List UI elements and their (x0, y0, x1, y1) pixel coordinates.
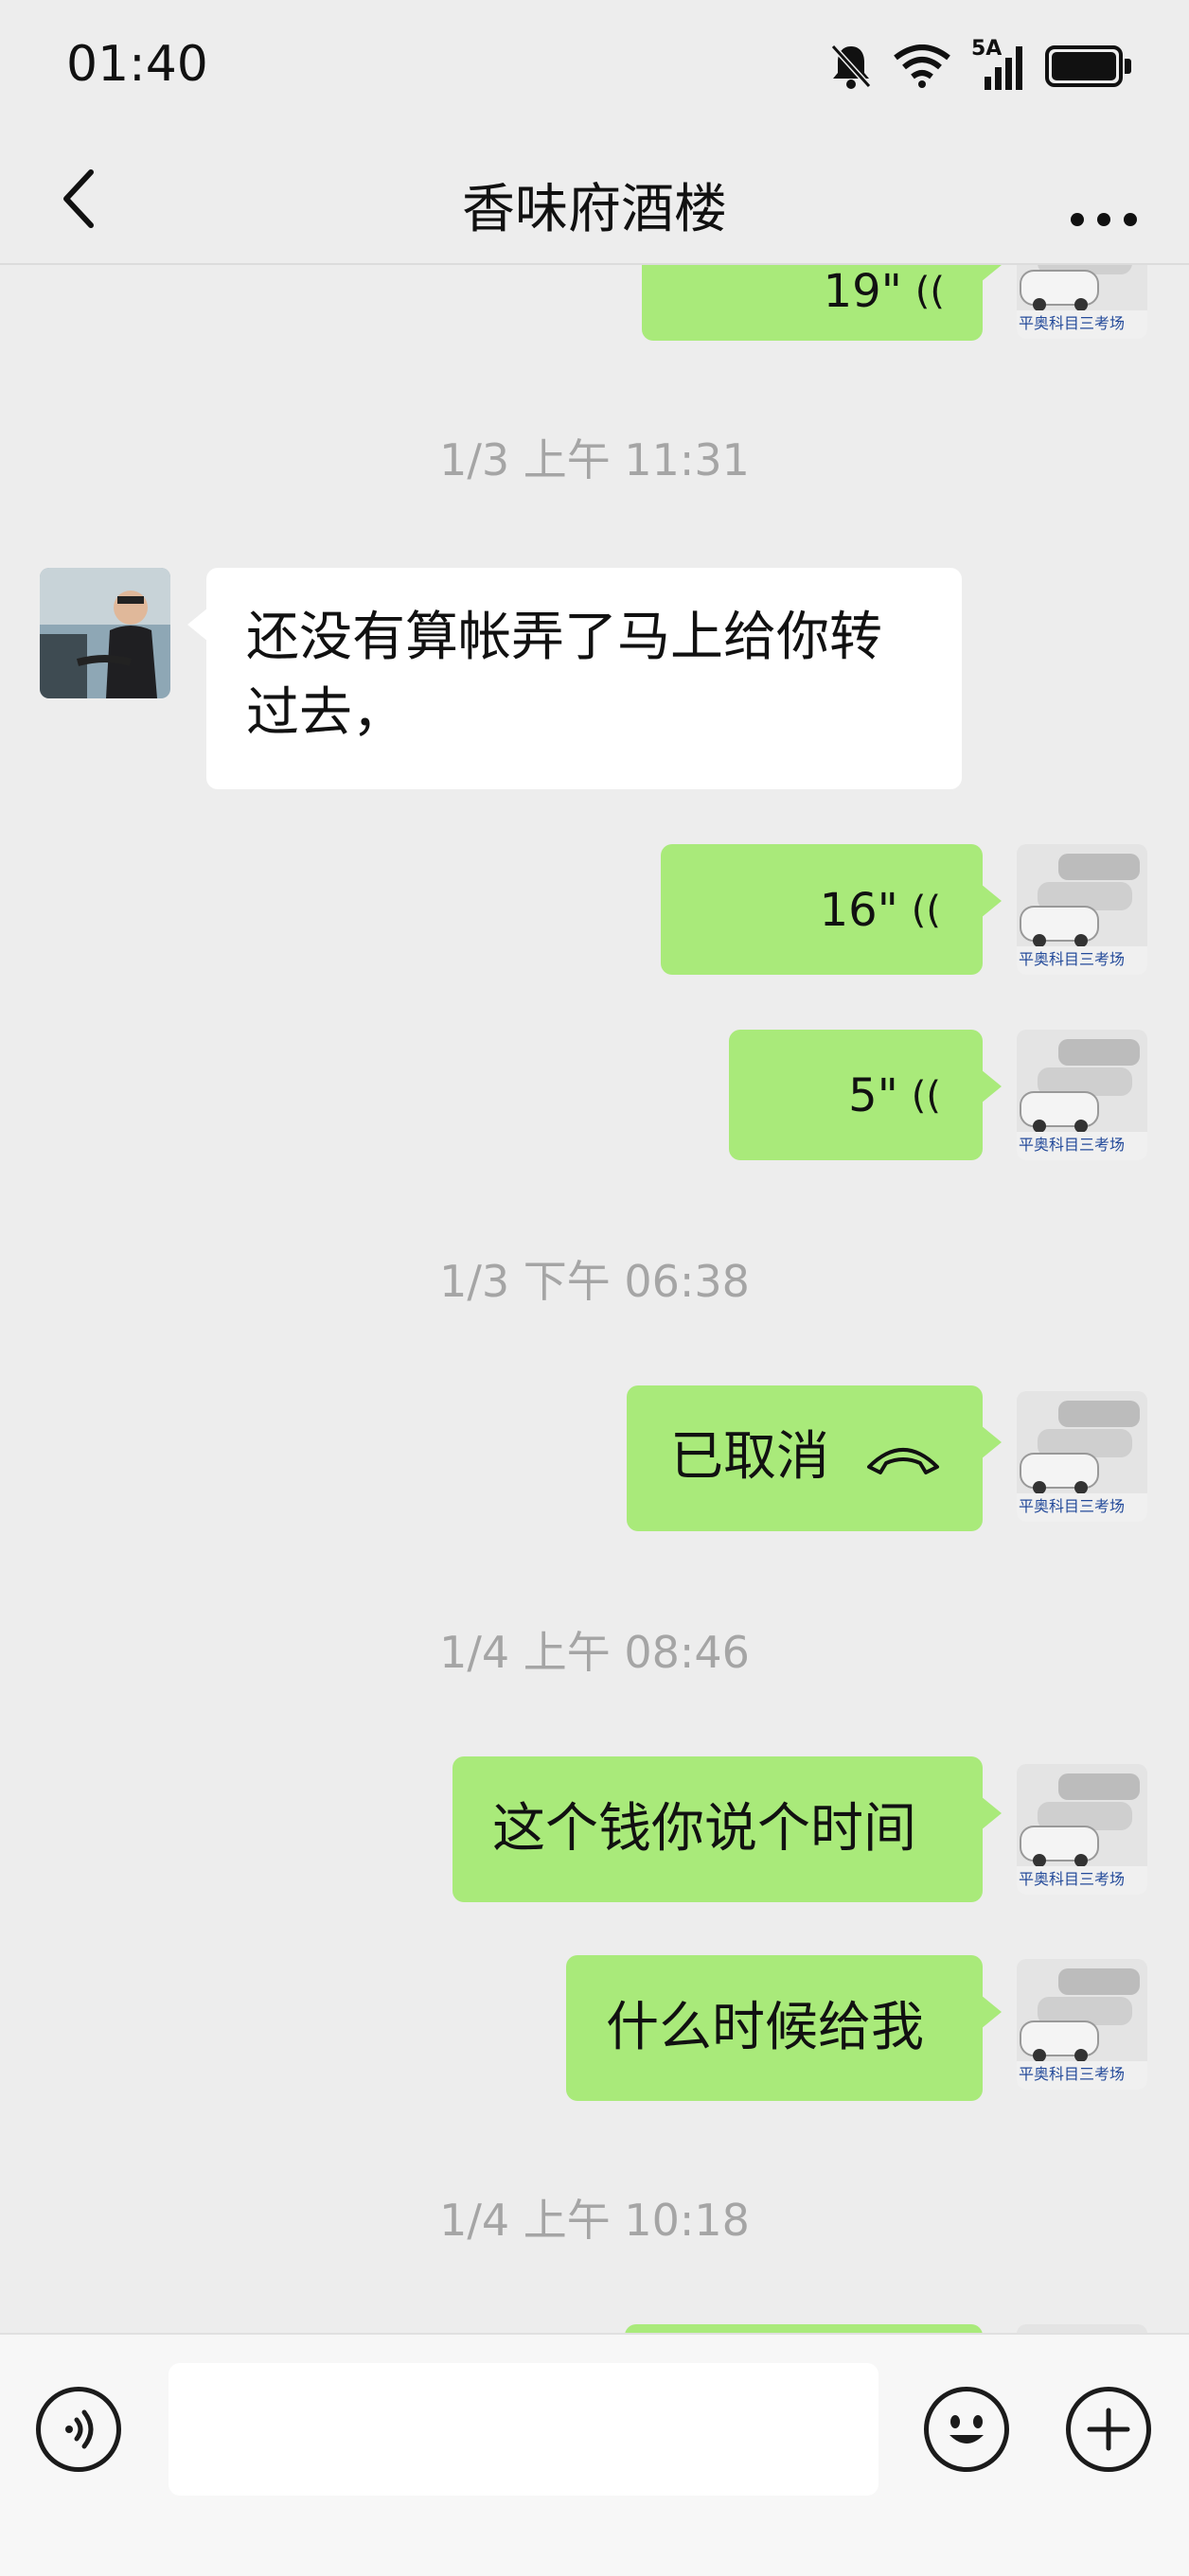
sent-message-bubble[interactable] (625, 2324, 983, 2333)
chat-title: 香味府酒楼 (462, 179, 727, 240)
emoji-button[interactable] (924, 2387, 1009, 2472)
emoji-icon (949, 2415, 984, 2444)
wifi-icon (894, 44, 950, 88)
plus-icon (1087, 2408, 1130, 2451)
battery-icon (1045, 45, 1132, 87)
voice-wave-icon: (( (911, 889, 941, 932)
my-avatar[interactable]: 平奥科目三考场 (1017, 1391, 1147, 1522)
timestamp: 1/4 上午 08:46 (439, 1627, 750, 1678)
message-text: 什么时候给我 (606, 1997, 924, 2058)
my-avatar[interactable]: 平奥科目三考场 (1017, 844, 1147, 975)
message-text: 这个钱你说个时间 (492, 1798, 916, 1860)
chat-area[interactable]: 19" (( 平奥科目三考场 1/3 上午 11:31 还没有算帐弄了马上给你转… (0, 265, 1189, 2333)
voice-input-icon (65, 2409, 94, 2449)
call-cancelled-bubble[interactable]: 已取消 (627, 1385, 1002, 1531)
status-bar: 01:40 5A (0, 0, 1189, 132)
contact-avatar[interactable] (40, 568, 170, 698)
phone-hangup-icon (867, 1448, 939, 1474)
my-avatar[interactable]: 平奥科目三考场 (1017, 1764, 1147, 1895)
avatar-watermark: 平奥科目三考场 (1019, 950, 1126, 968)
avatar-watermark: 平奥科目三考场 (1019, 2065, 1126, 2083)
nav-bar: 香味府酒楼 (0, 132, 1189, 265)
message-input[interactable] (169, 2363, 878, 2496)
voice-duration: 5" (848, 1069, 898, 1122)
more-button[interactable] (1056, 161, 1151, 237)
status-icons: 5A (829, 37, 1132, 95)
more-functions-button[interactable] (1066, 2387, 1151, 2472)
avatar-watermark: 平奥科目三考场 (1019, 314, 1126, 332)
network-type: 5A (971, 37, 1003, 61)
my-avatar[interactable]: 平奥科目三考场 (1017, 1030, 1147, 1160)
input-bar (0, 2333, 1189, 2576)
avatar-watermark: 平奥科目三考场 (1019, 1136, 1126, 1154)
signal-icon: 5A (971, 37, 1024, 90)
more-dots-icon (1071, 213, 1137, 226)
bell-mute-icon (830, 44, 872, 89)
received-message-bubble[interactable]: 还没有算帐弄了马上给你转过去， (187, 568, 962, 789)
status-time: 01:40 (66, 36, 208, 93)
my-avatar[interactable] (1017, 2324, 1147, 2333)
voice-wave-icon: (( (914, 270, 945, 313)
timestamp: 1/4 上午 10:18 (439, 2195, 750, 2246)
sent-message-bubble[interactable]: 这个钱你说个时间 (453, 1756, 1002, 1902)
avatar-watermark: 平奥科目三考场 (1019, 1497, 1126, 1515)
voice-wave-icon: (( (911, 1074, 941, 1118)
person-photo-icon (40, 568, 170, 698)
voice-message-bubble[interactable]: 5" (( (729, 1030, 1002, 1160)
voice-duration: 16" (819, 884, 898, 937)
message-text: 还没有算帐弄了马上给你转过去， (246, 607, 882, 744)
timestamp: 1/3 上午 11:31 (439, 434, 750, 485)
sent-message-bubble[interactable]: 什么时候给我 (566, 1955, 1002, 2101)
voice-duration: 19" (823, 265, 902, 318)
my-avatar[interactable]: 平奥科目三考场 (1017, 265, 1147, 339)
timestamp: 1/3 下午 06:38 (439, 1256, 750, 1307)
voice-input-button[interactable] (36, 2387, 121, 2472)
call-status-label: 已取消 (670, 1426, 829, 1488)
voice-message-bubble[interactable]: 19" (( (642, 265, 1002, 341)
my-avatar[interactable]: 平奥科目三考场 (1017, 1959, 1147, 2090)
voice-message-bubble[interactable]: 16" (( (661, 844, 1002, 975)
avatar-watermark: 平奥科目三考场 (1019, 1870, 1126, 1888)
